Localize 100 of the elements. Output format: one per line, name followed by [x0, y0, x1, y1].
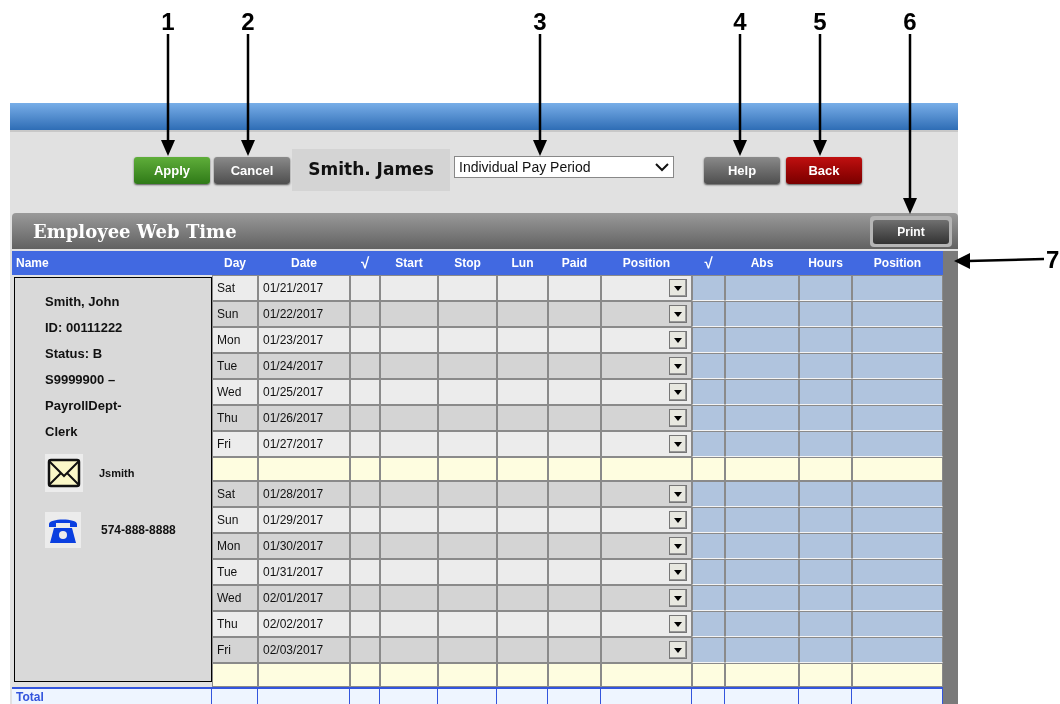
time-entry-cell[interactable] [548, 405, 601, 431]
time-entry-cell[interactable] [380, 559, 438, 585]
time-entry-cell[interactable] [548, 559, 601, 585]
time-entry-cell[interactable] [350, 327, 380, 353]
time-entry-cell[interactable] [548, 431, 601, 457]
dropdown-button[interactable] [669, 305, 687, 323]
dropdown-button[interactable] [669, 357, 687, 375]
position-select[interactable] [601, 611, 692, 637]
time-entry-cell[interactable] [350, 559, 380, 585]
time-entry-cell[interactable] [380, 637, 438, 663]
position-select[interactable] [601, 431, 692, 457]
position-select[interactable] [601, 481, 692, 507]
time-entry-cell[interactable] [497, 611, 548, 637]
time-entry-cell[interactable] [438, 637, 497, 663]
time-entry-cell[interactable] [350, 379, 380, 405]
dropdown-button[interactable] [669, 383, 687, 401]
time-entry-cell[interactable] [497, 507, 548, 533]
toolbar-button[interactable]: Back [786, 157, 862, 184]
time-entry-cell[interactable] [497, 405, 548, 431]
dropdown-button[interactable] [669, 563, 687, 581]
time-entry-cell[interactable] [350, 301, 380, 327]
position-select[interactable] [601, 379, 692, 405]
time-entry-cell[interactable] [380, 507, 438, 533]
time-entry-cell[interactable] [380, 301, 438, 327]
dropdown-button[interactable] [669, 331, 687, 349]
dropdown-button[interactable] [669, 589, 687, 607]
time-entry-cell[interactable] [380, 533, 438, 559]
time-entry-cell[interactable] [380, 379, 438, 405]
time-entry-cell[interactable] [380, 275, 438, 301]
time-entry-cell[interactable] [438, 481, 497, 507]
time-entry-cell[interactable] [350, 533, 380, 559]
position-select[interactable] [601, 637, 692, 663]
time-entry-cell[interactable] [438, 353, 497, 379]
time-entry-cell[interactable] [497, 533, 548, 559]
time-entry-cell[interactable] [438, 611, 497, 637]
time-entry-cell[interactable] [438, 275, 497, 301]
position-select[interactable] [601, 301, 692, 327]
position-select[interactable] [601, 327, 692, 353]
position-select[interactable] [601, 559, 692, 585]
help-button[interactable]: Help [704, 157, 780, 184]
time-entry-cell[interactable] [438, 507, 497, 533]
dropdown-button[interactable] [669, 615, 687, 633]
time-entry-cell[interactable] [380, 405, 438, 431]
time-entry-cell[interactable] [548, 379, 601, 405]
time-entry-cell[interactable] [380, 353, 438, 379]
time-entry-cell[interactable] [497, 379, 548, 405]
time-entry-cell[interactable] [380, 585, 438, 611]
time-entry-cell[interactable] [380, 481, 438, 507]
time-entry-cell[interactable] [548, 533, 601, 559]
time-entry-cell[interactable] [497, 353, 548, 379]
time-entry-cell[interactable] [350, 585, 380, 611]
time-entry-cell[interactable] [350, 611, 380, 637]
time-entry-cell[interactable] [438, 559, 497, 585]
time-entry-cell[interactable] [548, 275, 601, 301]
time-entry-cell[interactable] [497, 275, 548, 301]
time-entry-cell[interactable] [380, 611, 438, 637]
position-select[interactable] [601, 353, 692, 379]
time-entry-cell[interactable] [438, 379, 497, 405]
time-entry-cell[interactable] [438, 405, 497, 431]
time-entry-cell[interactable] [438, 301, 497, 327]
dropdown-button[interactable] [669, 279, 687, 297]
time-entry-cell[interactable] [350, 275, 380, 301]
time-entry-cell[interactable] [497, 559, 548, 585]
time-entry-cell[interactable] [548, 507, 601, 533]
time-entry-cell[interactable] [497, 327, 548, 353]
time-entry-cell[interactable] [548, 611, 601, 637]
toolbar-button[interactable]: Cancel [214, 157, 290, 184]
time-entry-cell[interactable] [350, 637, 380, 663]
time-entry-cell[interactable] [438, 327, 497, 353]
position-select[interactable] [601, 275, 692, 301]
dropdown-button[interactable] [669, 409, 687, 427]
toolbar-button[interactable]: Apply [134, 157, 210, 184]
dropdown-button[interactable] [669, 641, 687, 659]
time-entry-cell[interactable] [438, 431, 497, 457]
time-entry-cell[interactable] [497, 637, 548, 663]
pay-period-select[interactable]: Individual Pay Period [454, 156, 674, 178]
time-entry-cell[interactable] [548, 585, 601, 611]
time-entry-cell[interactable] [350, 507, 380, 533]
time-entry-cell[interactable] [350, 405, 380, 431]
time-entry-cell[interactable] [497, 585, 548, 611]
dropdown-button[interactable] [669, 485, 687, 503]
time-entry-cell[interactable] [380, 327, 438, 353]
dropdown-button[interactable] [669, 537, 687, 555]
time-entry-cell[interactable] [548, 301, 601, 327]
time-entry-cell[interactable] [497, 481, 548, 507]
time-entry-cell[interactable] [350, 353, 380, 379]
time-entry-cell[interactable] [350, 431, 380, 457]
print-button[interactable]: Print [873, 219, 949, 244]
time-entry-cell[interactable] [438, 585, 497, 611]
time-entry-cell[interactable] [350, 481, 380, 507]
position-select[interactable] [601, 507, 692, 533]
position-select[interactable] [601, 405, 692, 431]
dropdown-button[interactable] [669, 435, 687, 453]
position-select[interactable] [601, 585, 692, 611]
time-entry-cell[interactable] [497, 301, 548, 327]
time-entry-cell[interactable] [438, 533, 497, 559]
time-entry-cell[interactable] [497, 431, 548, 457]
time-entry-cell[interactable] [548, 637, 601, 663]
time-entry-cell[interactable] [548, 353, 601, 379]
dropdown-button[interactable] [669, 511, 687, 529]
